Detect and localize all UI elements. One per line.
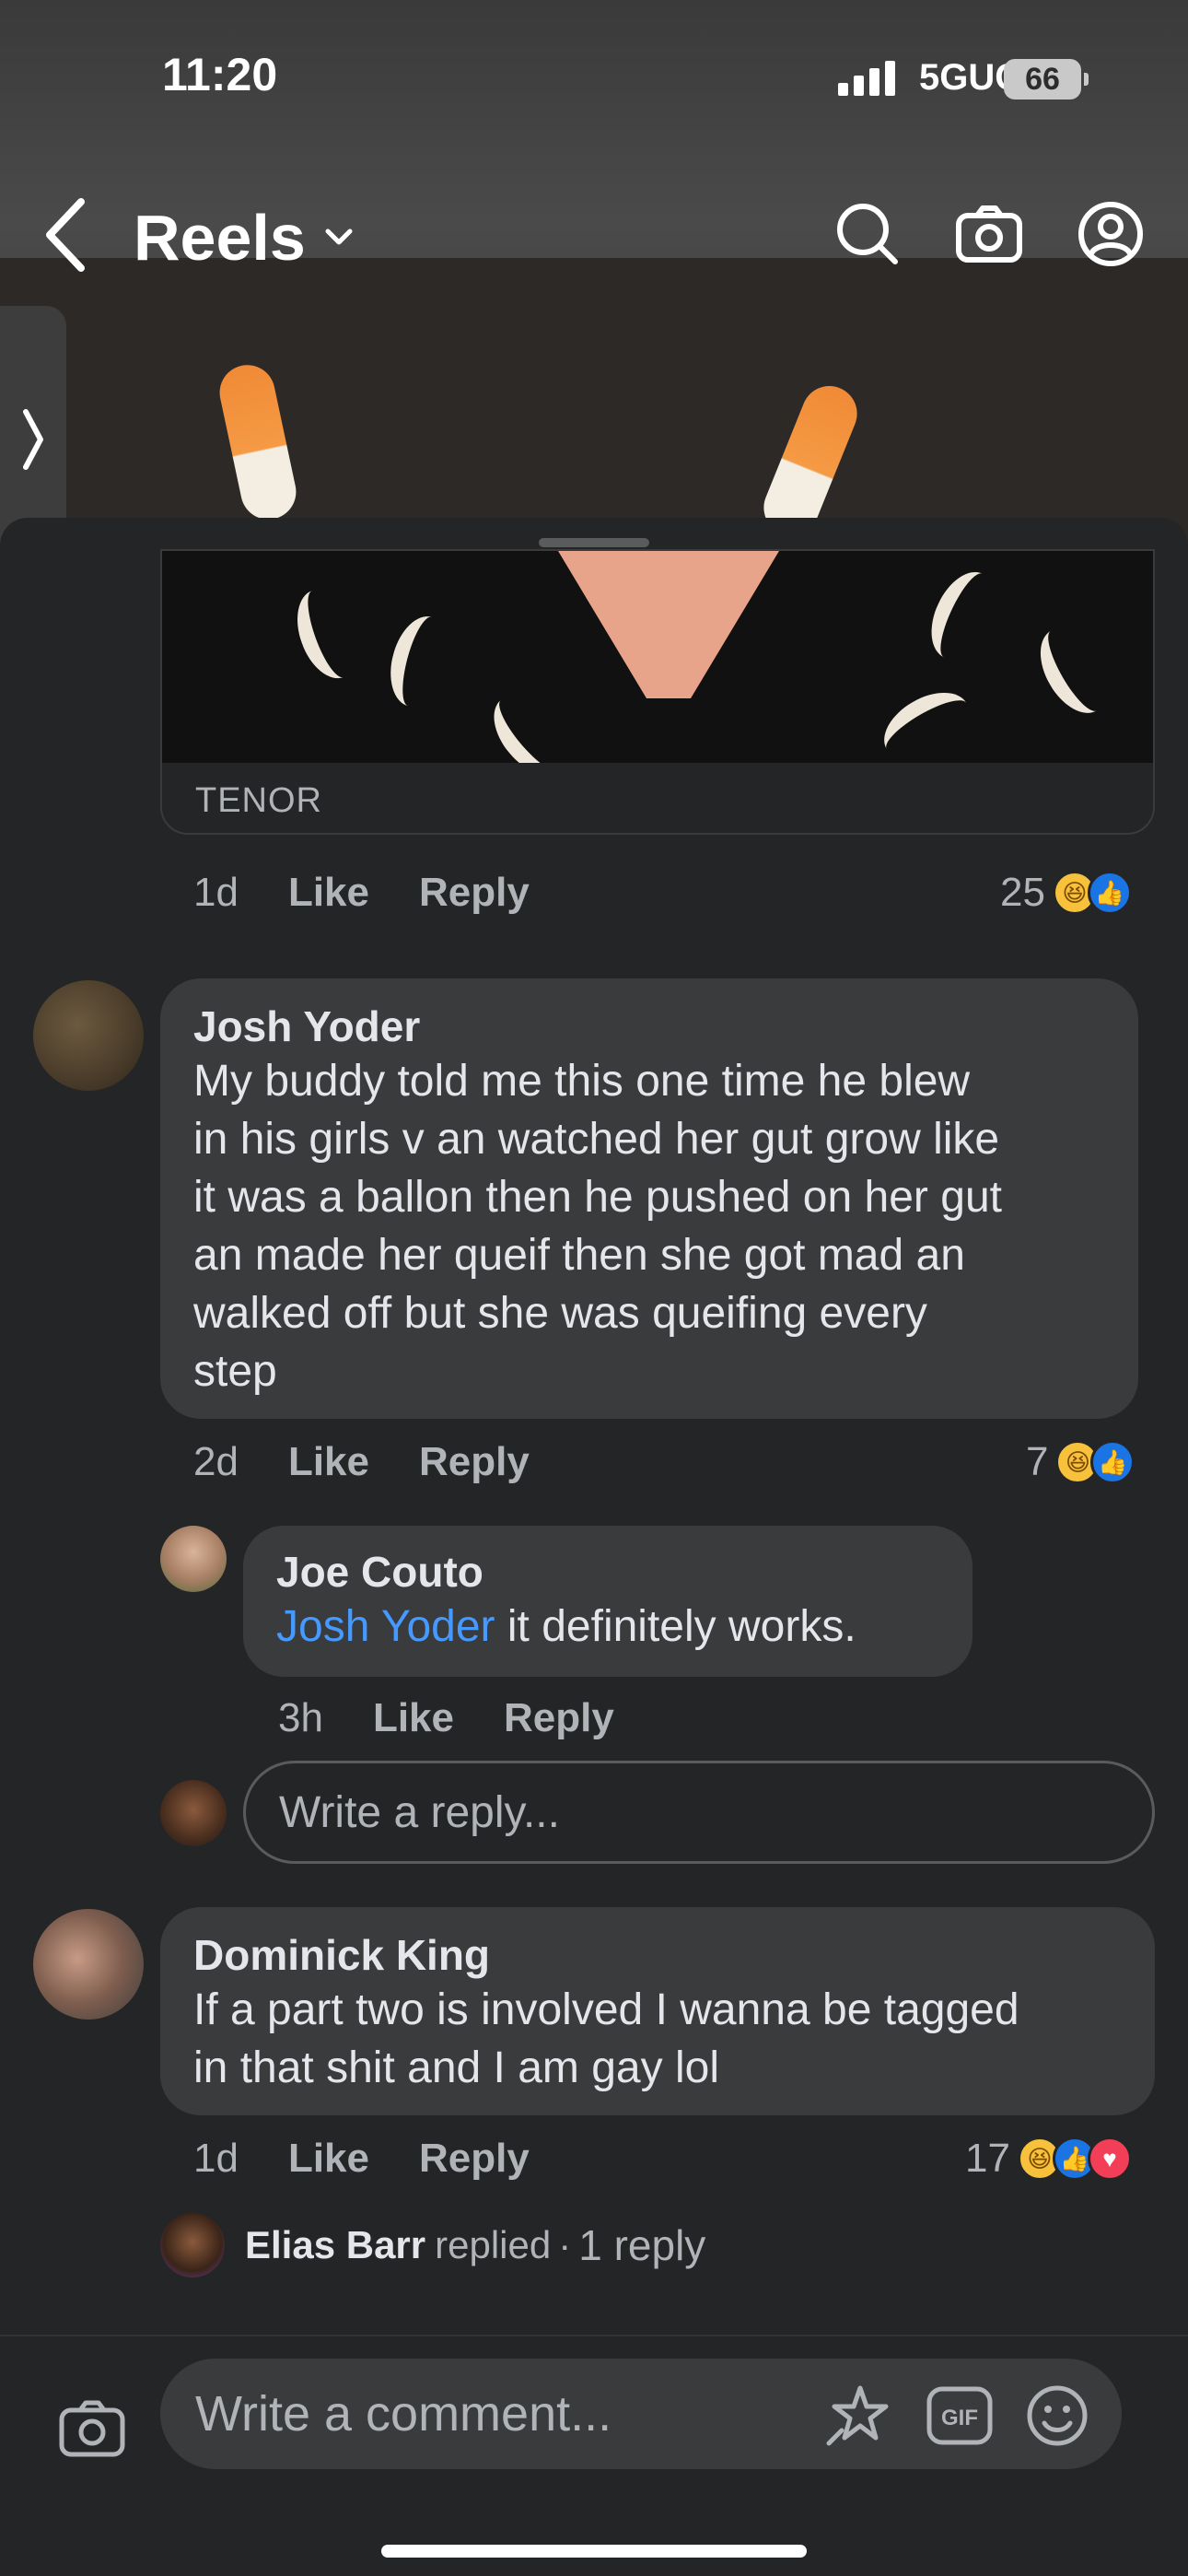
reaction-count: 7 xyxy=(1026,1439,1049,1484)
comment-author[interactable]: Dominick King xyxy=(193,1929,1122,1981)
gif-image[interactable] xyxy=(162,551,1153,763)
comment-line: If a part two is involved I wanna be tag… xyxy=(193,1985,1019,2034)
reaction-summary[interactable]: 17 😆 👍 ♥ xyxy=(965,2136,1132,2182)
chevron-left-icon xyxy=(46,198,85,272)
reply-count: 1 reply xyxy=(578,2221,706,2269)
sheet-grabber[interactable] xyxy=(539,538,649,547)
svg-text:GIF: GIF xyxy=(941,2406,978,2430)
home-indicator[interactable] xyxy=(381,2545,807,2558)
comment-line: in that shit and I am gay lol xyxy=(193,2043,719,2092)
reply-bubble[interactable]: Joe Couto Josh Yoder it definitely works… xyxy=(243,1526,973,1677)
gif-pattern-shape xyxy=(479,682,582,763)
comment-text: Josh Yoder it definitely works. xyxy=(276,1598,939,1656)
reply-input-placeholder: Write a reply... xyxy=(279,1787,560,1837)
comment-line: in his girls v an watched her gut grow l… xyxy=(193,1115,1000,1164)
back-button[interactable] xyxy=(33,193,98,276)
gif-pattern-shape xyxy=(285,580,370,687)
reaction-count: 17 xyxy=(965,2136,1010,2181)
reply-button[interactable]: Reply xyxy=(419,1439,530,1485)
gif-pattern-shape xyxy=(381,609,459,714)
like-button[interactable]: Like xyxy=(288,1439,369,1485)
emoji-icon xyxy=(1027,2385,1088,2446)
search-button[interactable] xyxy=(829,195,906,273)
comment-text: If a part two is involved I wanna be tag… xyxy=(193,1981,1122,2097)
camera-button[interactable] xyxy=(53,2390,131,2467)
comment-line: it was a ballon then he pushed on her gu… xyxy=(193,1173,1002,1222)
gif-pattern-shape xyxy=(918,562,1008,669)
comment-author[interactable]: Joe Couto xyxy=(276,1546,939,1598)
avatar[interactable] xyxy=(33,1909,144,2020)
comment-line: an made her queif then she got mad an xyxy=(193,1231,965,1280)
page-title: Reels xyxy=(134,202,306,274)
reply-button[interactable]: Reply xyxy=(504,1695,614,1741)
reply-button[interactable]: Reply xyxy=(419,2136,530,2182)
gif-icon: GIF xyxy=(926,2386,993,2445)
comment-text-body: it definitely works. xyxy=(495,1602,856,1651)
gif-attachment[interactable]: TENOR xyxy=(160,549,1155,835)
comments-sheet[interactable]: TENOR 1d Like Reply 25 😆 👍 Josh Yoder My… xyxy=(0,518,1188,2335)
comment-line: My buddy told me this one time he blew xyxy=(193,1057,971,1106)
reaction-count: 25 xyxy=(1000,870,1045,915)
gif-pattern-shape xyxy=(1027,616,1121,725)
avatar xyxy=(160,1780,227,1846)
camera-icon xyxy=(59,2400,125,2457)
sticker-icon xyxy=(826,2385,889,2446)
battery-level: 66 xyxy=(1025,61,1060,97)
gif-pattern-shape xyxy=(872,679,981,763)
like-button[interactable]: Like xyxy=(288,2136,369,2182)
comment-input-placeholder: Write a comment... xyxy=(195,2386,612,2441)
like-reaction-icon: 👍 xyxy=(1087,871,1132,915)
comment-time: 1d xyxy=(193,2136,239,2181)
comment-composer: Write a comment... GIF xyxy=(0,2335,1188,2576)
profile-icon xyxy=(1078,202,1143,266)
like-button[interactable]: Like xyxy=(288,870,369,916)
sticker-button[interactable] xyxy=(821,2381,891,2451)
comment-time: 1d xyxy=(193,870,239,915)
comment-actions: 1d Like Reply xyxy=(193,2136,530,2182)
mention-link[interactable]: Josh Yoder xyxy=(276,1602,495,1651)
comment-line: step xyxy=(193,1347,277,1396)
gif-button[interactable]: GIF xyxy=(925,2381,995,2451)
view-replies-link[interactable]: Elias Barr replied · 1 reply xyxy=(160,2213,705,2277)
reply-input[interactable]: Write a reply... xyxy=(243,1761,1155,1864)
profile-button[interactable] xyxy=(1072,195,1149,273)
video-wall xyxy=(0,258,1188,553)
avatar[interactable] xyxy=(160,1526,227,1592)
gif-figure xyxy=(558,551,779,698)
camera-icon xyxy=(956,205,1022,263)
chevron-right-icon xyxy=(23,409,43,470)
camera-button[interactable] xyxy=(950,195,1028,273)
status-time: 11:20 xyxy=(162,49,278,100)
replier-name: Elias Barr xyxy=(245,2223,426,2266)
comment-actions: 1d Like Reply xyxy=(193,870,530,916)
comment-actions: 3h Like Reply xyxy=(278,1695,614,1741)
reaction-summary[interactable]: 25 😆 👍 xyxy=(1000,870,1132,916)
search-icon xyxy=(837,204,898,264)
comment-line: walked off but she was queifing every xyxy=(193,1289,927,1338)
chevron-down-icon xyxy=(325,228,353,245)
gif-source-label: TENOR xyxy=(195,781,322,820)
reels-title-dropdown[interactable]: Reels xyxy=(134,201,354,275)
avatar[interactable] xyxy=(33,980,144,1091)
like-reaction-icon: 👍 xyxy=(1090,1440,1136,1484)
comment-bubble[interactable]: Josh Yoder My buddy told me this one tim… xyxy=(160,978,1138,1419)
comment-bubble[interactable]: Dominick King If a part two is involved … xyxy=(160,1907,1155,2115)
avatar xyxy=(160,2213,225,2277)
comment-actions: 2d Like Reply xyxy=(193,1439,530,1485)
comment-time: 3h xyxy=(278,1695,323,1740)
love-reaction-icon: ♥ xyxy=(1087,2137,1132,2181)
replied-verb: replied xyxy=(435,2223,552,2266)
comment-author[interactable]: Josh Yoder xyxy=(193,1001,1105,1052)
like-button[interactable]: Like xyxy=(373,1695,454,1741)
reaction-summary[interactable]: 7 😆 👍 xyxy=(1026,1439,1136,1485)
battery-icon: 66 xyxy=(1004,59,1089,100)
cellular-signal-icon xyxy=(838,61,895,96)
emoji-button[interactable] xyxy=(1022,2381,1092,2451)
reply-button[interactable]: Reply xyxy=(419,870,530,916)
separator: · xyxy=(558,2223,572,2266)
comment-time: 2d xyxy=(193,1439,239,1484)
comment-text: My buddy told me this one time he blew i… xyxy=(193,1052,1105,1400)
